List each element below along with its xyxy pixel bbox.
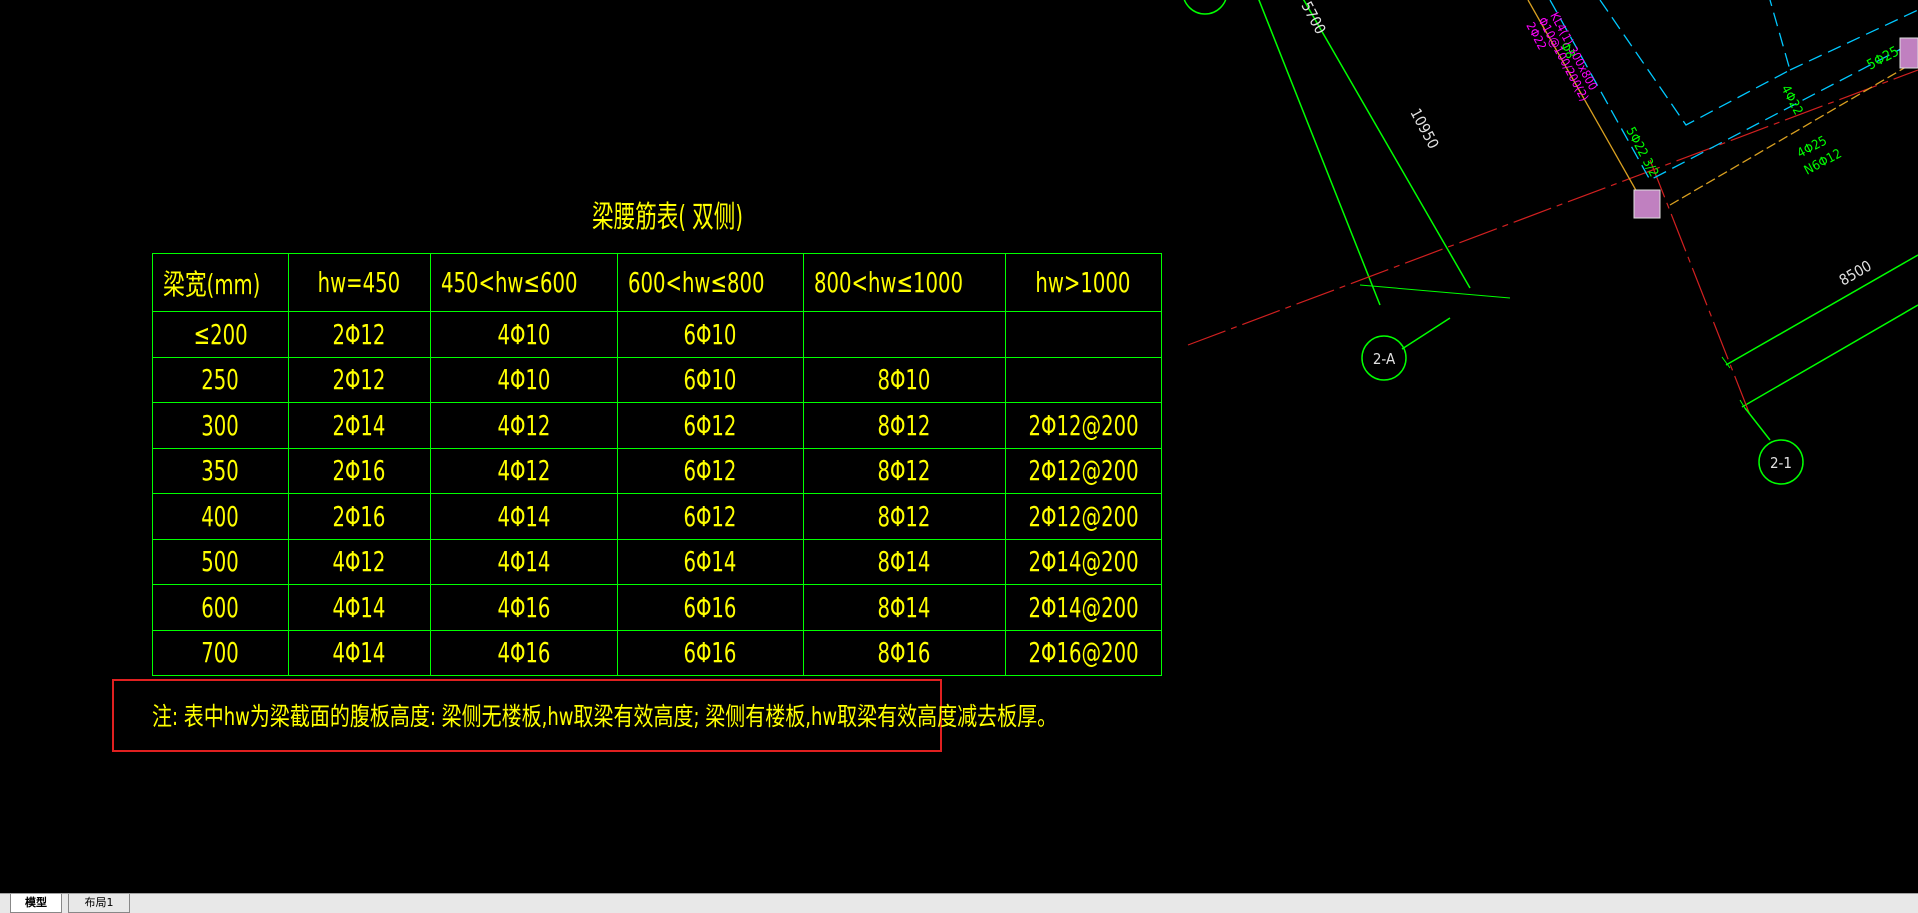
column <box>1633 189 1661 219</box>
rebar-cell: 4Φ12 <box>429 402 618 449</box>
column <box>1899 37 1918 69</box>
beam-width-cell: 700 <box>152 629 289 676</box>
table-row: 250 2Φ12 4Φ10 6Φ10 8Φ10 <box>152 356 1162 403</box>
rebar-cell: 4Φ14 <box>287 629 431 676</box>
rebar-cell: 4Φ12 <box>287 538 431 585</box>
beam-width-cell: 250 <box>152 356 289 403</box>
beam-waist-rebar-table: 梁宽(mm) hw=450 450<hw≤600 600<hw≤800 800<… <box>152 253 1162 676</box>
dim-tick <box>1721 356 1731 369</box>
rebar-cell: 8Φ14 <box>802 584 1006 631</box>
dim-line <box>1725 254 1918 366</box>
beam-plan-drawing: 2-A 2-1 10950 8500 5700 5Φ25 5Φ22 3/2 4Φ… <box>1183 0 1918 485</box>
table-note: 注: 表中hw为梁截面的腹板高度: 梁侧无楼板,hw取梁有效高度; 梁侧有楼板,… <box>152 702 1058 731</box>
beam-outline <box>1599 0 1791 126</box>
axis-label-2-1: 2-1 <box>1770 454 1792 472</box>
rebar-cell: 4Φ16 <box>429 629 618 676</box>
axis-leader <box>1401 317 1451 350</box>
header-cell: hw=450 <box>287 253 431 312</box>
rebar-cell: 2Φ14 <box>287 402 431 449</box>
dim-line <box>1741 304 1918 408</box>
beam-width-cell: 350 <box>152 447 289 494</box>
rebar-cell: 4Φ16 <box>429 584 618 631</box>
rebar-cell: 2Φ14@200 <box>1004 584 1162 631</box>
rebar-label: 5Φ25 <box>1864 43 1901 73</box>
model-space-canvas[interactable]: 梁腰筋表( 双侧) 梁宽(mm) hw=450 450<hw≤600 600<h… <box>0 0 1918 893</box>
table-row: 700 4Φ14 4Φ16 6Φ16 8Φ16 2Φ16@200 <box>152 629 1162 676</box>
table-row: ≤200 2Φ12 4Φ10 6Φ10 <box>152 311 1162 358</box>
dim-line <box>1302 0 1471 289</box>
rebar-cell: 8Φ14 <box>802 538 1006 585</box>
table-row: 300 2Φ14 4Φ12 6Φ12 8Φ12 2Φ12@200 <box>152 402 1162 449</box>
beam-outline <box>1789 9 1918 71</box>
beam-width-cell: 500 <box>152 538 289 585</box>
beam-edge <box>1669 59 1918 206</box>
rebar-label: 5Φ22 3/2 <box>1622 125 1661 180</box>
rebar-cell: 4Φ10 <box>429 356 618 403</box>
rebar-cell: 2Φ12 <box>287 311 431 358</box>
dim-text-8500: 8500 <box>1836 257 1875 290</box>
axis-bubble-partial <box>1183 0 1227 15</box>
rebar-cell: 8Φ10 <box>802 356 1006 403</box>
rebar-cell: 6Φ10 <box>616 311 804 358</box>
rebar-cell: 4Φ14 <box>429 493 618 540</box>
table-row: 350 2Φ16 4Φ12 6Φ12 8Φ12 2Φ12@200 <box>152 447 1162 494</box>
rebar-cell: 4Φ14 <box>429 538 618 585</box>
rebar-label: 4Φ22 <box>1777 83 1805 118</box>
rebar-cell <box>802 311 1006 358</box>
layout-tab-bar: 模型 布局1 <box>0 893 1918 913</box>
rebar-cell: 2Φ12 <box>287 356 431 403</box>
axis-label-2A: 2-A <box>1373 350 1396 368</box>
table-header-row: 梁宽(mm) hw=450 450<hw≤600 600<hw≤800 800<… <box>152 253 1162 312</box>
beam-width-cell: 600 <box>152 584 289 631</box>
tab-layout1[interactable]: 布局1 <box>68 894 130 913</box>
rebar-cell: 2Φ16 <box>287 447 431 494</box>
header-cell: 450<hw≤600 <box>429 253 618 312</box>
table-row: 400 2Φ16 4Φ14 6Φ12 8Φ12 2Φ12@200 <box>152 493 1162 540</box>
rebar-cell: 6Φ16 <box>616 584 804 631</box>
dim-tick <box>1359 284 1511 299</box>
rebar-cell: 6Φ12 <box>616 447 804 494</box>
rebar-cell: 8Φ12 <box>802 493 1006 540</box>
rebar-cell: 8Φ12 <box>802 402 1006 449</box>
table-title: 梁腰筋表( 双侧) <box>592 200 743 235</box>
beam-width-cell: ≤200 <box>152 311 289 358</box>
table-row: 500 4Φ12 4Φ14 6Φ14 8Φ14 2Φ14@200 <box>152 538 1162 585</box>
header-cell: 梁宽(mm) <box>152 253 289 312</box>
dim-text-10950: 10950 <box>1406 105 1442 151</box>
tab-model[interactable]: 模型 <box>10 894 62 913</box>
rebar-cell: 8Φ12 <box>802 447 1006 494</box>
header-cell: 800<hw≤1000 <box>802 253 1006 312</box>
rebar-cell: 4Φ14 <box>287 584 431 631</box>
rebar-cell: 6Φ10 <box>616 356 804 403</box>
dim-text-5700: 5700 <box>1297 0 1329 37</box>
beam-width-cell: 300 <box>152 402 289 449</box>
dim-line <box>1258 0 1381 306</box>
rebar-cell: 8Φ16 <box>802 629 1006 676</box>
table-row: 600 4Φ14 4Φ16 6Φ16 8Φ14 2Φ14@200 <box>152 584 1162 631</box>
axis-leader <box>1744 407 1771 441</box>
axis-line-2A <box>1187 69 1918 346</box>
rebar-cell: 4Φ10 <box>429 311 618 358</box>
beam-width-cell: 400 <box>152 493 289 540</box>
rebar-cell: 6Φ16 <box>616 629 804 676</box>
rebar-cell: 2Φ16 <box>287 493 431 540</box>
rebar-cell: 2Φ16@200 <box>1004 629 1162 676</box>
rebar-cell: 6Φ14 <box>616 538 804 585</box>
header-cell: 600<hw≤800 <box>616 253 804 312</box>
axis-line-2-1 <box>1649 159 1751 416</box>
rebar-cell: 4Φ12 <box>429 447 618 494</box>
rebar-cell: 6Φ12 <box>616 402 804 449</box>
rebar-cell: 6Φ12 <box>616 493 804 540</box>
beam-outline <box>1549 0 1918 181</box>
